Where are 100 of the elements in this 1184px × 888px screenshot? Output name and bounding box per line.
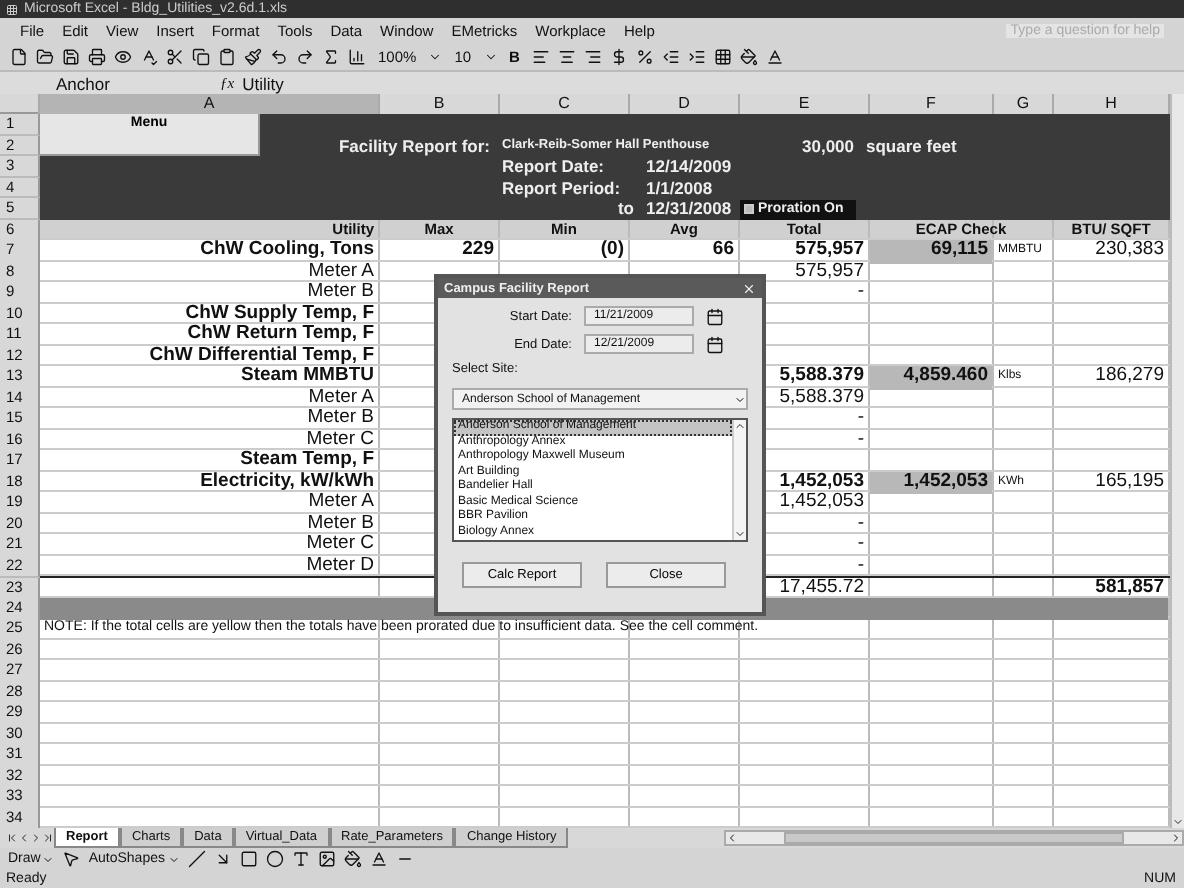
font-color-icon[interactable] <box>765 48 784 66</box>
column-header[interactable]: F <box>870 94 994 114</box>
utility-label: Electricity, kW/kWh <box>198 471 376 493</box>
value-cell-text: 575,957 <box>793 240 866 262</box>
report-date: 12/14/2009 <box>644 156 734 177</box>
calendar-icon[interactable] <box>706 307 724 325</box>
value-cell-text: 1,452,053 <box>777 471 866 492</box>
area-value: 30,000 <box>800 135 856 156</box>
first-sheet-icon[interactable] <box>6 832 18 844</box>
caret-icon[interactable] <box>483 50 498 64</box>
rectangle-icon[interactable] <box>239 850 257 868</box>
value-cell-text: - <box>855 555 866 578</box>
scroll-right-icon[interactable] <box>1170 832 1182 844</box>
image-icon[interactable] <box>317 850 335 868</box>
horizontal-scrollbar[interactable] <box>724 830 1184 846</box>
line-icon[interactable] <box>187 850 205 868</box>
fill-color-icon[interactable] <box>739 48 758 66</box>
column-header[interactable]: H <box>1054 94 1170 114</box>
spelling-icon[interactable] <box>140 48 158 66</box>
scroll-up-icon[interactable] <box>734 420 746 432</box>
column-header[interactable]: B <box>380 94 500 114</box>
period-start: 1/1/2008 <box>644 177 715 198</box>
borders-icon[interactable] <box>713 48 732 66</box>
report-title-label: Facility Report for: <box>336 135 492 156</box>
pointer-icon[interactable] <box>62 850 81 868</box>
value-cell-text: (0) <box>598 240 626 263</box>
value-cell-text: - <box>855 429 866 452</box>
utility-label: ChW Return Temp, F <box>185 324 376 346</box>
value-cell-text: 230,383 <box>1093 240 1166 263</box>
utility-label: ChW Supply Temp, F <box>183 303 376 324</box>
value-cell-text: - <box>855 513 866 536</box>
value-cell: 4,859.460 <box>870 366 992 389</box>
save-icon[interactable] <box>62 48 80 66</box>
column-header[interactable]: C <box>500 94 630 114</box>
scroll-down-icon[interactable] <box>734 528 746 540</box>
align-center-icon[interactable] <box>557 48 576 66</box>
font-color-icon[interactable] <box>369 850 387 868</box>
undo-icon[interactable] <box>270 48 288 66</box>
copy-icon[interactable] <box>192 48 210 66</box>
report-date-label: Report Date: <box>500 156 607 177</box>
column-header[interactable]: E <box>740 94 870 114</box>
column-header[interactable]: A <box>40 94 380 114</box>
scroll-left-icon[interactable] <box>726 832 738 844</box>
value-cell-text: 66 <box>710 240 736 263</box>
utility-label: Meter A <box>306 261 376 283</box>
indent-icon[interactable] <box>687 48 706 66</box>
utility-label: Meter C <box>304 429 376 451</box>
value-cell-text: 581,857 <box>1093 578 1166 601</box>
calendar-icon[interactable] <box>706 335 724 353</box>
value-cell-text: 5,588.379 <box>777 366 866 388</box>
value-cell: 1,452,053 <box>870 471 992 494</box>
sum-icon[interactable] <box>322 48 340 66</box>
open-folder-icon[interactable] <box>36 48 54 66</box>
paintbrush-icon[interactable] <box>244 48 262 66</box>
scroll-thumb[interactable] <box>784 832 1124 844</box>
preview-icon[interactable] <box>114 48 132 66</box>
column-header[interactable]: D <box>630 94 740 114</box>
utility-label: Meter C <box>304 534 376 557</box>
value-cell-text: 1,452,053 <box>777 492 866 515</box>
value-cell: 69,115 <box>870 240 992 263</box>
chart-icon[interactable] <box>348 48 366 66</box>
utility-label: Meter D <box>304 555 376 578</box>
value-cell-text: 229 <box>460 240 496 263</box>
utility-label: ChW Cooling, Tons <box>198 240 376 263</box>
redo-icon[interactable] <box>296 48 314 66</box>
close-icon[interactable] <box>742 281 756 295</box>
column-header[interactable]: G <box>994 94 1054 114</box>
area-unit: square feet <box>864 135 959 156</box>
print-icon[interactable] <box>88 48 106 66</box>
utility-label: Steam Temp, F <box>238 450 376 472</box>
outdent-icon[interactable] <box>661 48 680 66</box>
arrow-icon[interactable] <box>213 850 231 868</box>
formula-field[interactable]: Utility <box>242 73 284 93</box>
period-end: 12/31/2008 <box>644 198 734 219</box>
new-icon[interactable] <box>10 48 28 66</box>
report-period-label: Report Period: <box>500 177 623 198</box>
align-right-icon[interactable] <box>583 48 602 66</box>
cut-icon[interactable] <box>166 48 184 66</box>
value-cell-text: 17,455.72 <box>777 578 866 601</box>
paste-icon[interactable] <box>218 48 236 66</box>
value-cell-text: 575,957 <box>793 261 866 284</box>
oval-icon[interactable] <box>265 850 283 868</box>
utility-label: Meter A <box>306 387 376 409</box>
utility-label: Meter B <box>305 282 376 305</box>
utility-label: Steam MMBTU <box>238 366 376 389</box>
utility-label: Meter B <box>305 408 376 430</box>
utility-label: Meter B <box>305 513 376 534</box>
name-box[interactable]: Anchor <box>0 73 200 93</box>
scroll-down-icon[interactable] <box>1172 816 1184 828</box>
value-cell-text: - <box>855 282 866 305</box>
fill-color-icon[interactable] <box>343 850 361 868</box>
value-cell-text: 5,588.379 <box>777 387 866 410</box>
caret-icon[interactable] <box>428 50 443 64</box>
percent-icon[interactable] <box>635 48 654 66</box>
to-label: to <box>615 198 636 219</box>
currency-icon[interactable] <box>609 48 628 66</box>
last-sheet-icon[interactable] <box>42 832 54 844</box>
utility-label: ChW Differential Temp, F <box>147 345 376 366</box>
align-left-icon[interactable] <box>531 48 550 66</box>
text-box-icon[interactable] <box>291 850 309 868</box>
